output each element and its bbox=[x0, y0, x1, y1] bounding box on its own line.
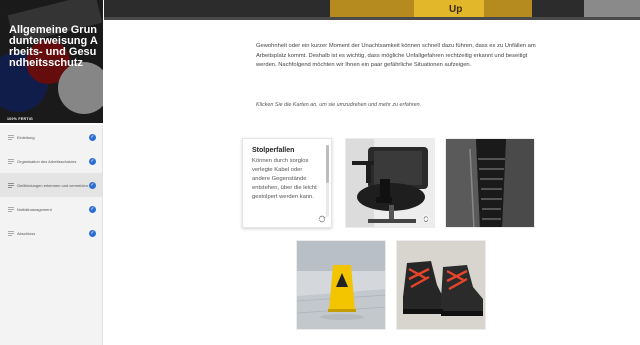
safety-boots-image bbox=[397, 241, 485, 329]
wet-floor-sign-image bbox=[297, 241, 385, 329]
flashcard-stolperfallen[interactable]: Stolperfallen Können durch sorglos verle… bbox=[242, 138, 332, 228]
sidebar-item-notfallmanagement[interactable]: Notfallmanagement ✓ bbox=[0, 197, 102, 221]
flashcard-office-chair[interactable] bbox=[345, 138, 435, 228]
course-header: Allgemeine Grundunterweisung Arbeits- un… bbox=[0, 0, 103, 125]
list-icon bbox=[8, 182, 14, 188]
sidebar-item-label: Gefährdungen erkennen und vermeiden bbox=[17, 182, 88, 188]
flip-icon[interactable] bbox=[422, 215, 430, 223]
flashcard-wet-floor[interactable] bbox=[296, 240, 386, 330]
flashcard-safety-boots[interactable] bbox=[396, 240, 486, 330]
check-icon: ✓ bbox=[89, 157, 96, 165]
flashcard-stairs[interactable] bbox=[445, 138, 535, 228]
card-text: Können durch sorglos verlegte Kabel oder… bbox=[252, 158, 317, 200]
list-icon bbox=[8, 158, 14, 164]
banner-edge bbox=[104, 17, 640, 20]
stairs-image bbox=[446, 139, 534, 227]
check-icon: ✓ bbox=[89, 229, 96, 237]
list-icon bbox=[8, 134, 14, 140]
card-scrollbar[interactable] bbox=[326, 145, 329, 217]
instruction-hint: Klicken Sie die Karten an, um sie umzudr… bbox=[256, 102, 422, 108]
list-icon bbox=[8, 230, 14, 236]
sidebar-item-abschluss[interactable]: Abschluss ✓ bbox=[0, 221, 102, 245]
list-icon bbox=[8, 206, 14, 212]
check-icon: ✓ bbox=[89, 205, 96, 213]
sidebar-item-label: Notfallmanagement bbox=[17, 206, 52, 212]
card-title: Stolperfallen bbox=[252, 147, 295, 154]
sidebar-item-gefaehrdungen[interactable]: Gefährdungen erkennen und vermeiden ✓ bbox=[0, 173, 102, 197]
check-icon: ✓ bbox=[89, 133, 96, 141]
course-title: Allgemeine Grundunterweisung Arbeits- un… bbox=[9, 24, 98, 69]
scrollbar-thumb[interactable] bbox=[326, 145, 329, 183]
banner-text: Up bbox=[449, 4, 463, 15]
progress-label: 100% FERTIG bbox=[7, 117, 34, 121]
sidebar-item-label: Einleitung bbox=[17, 134, 35, 140]
sidebar-item-organisation[interactable]: Organisation des Arbeitsschutzes ✓ bbox=[0, 149, 102, 173]
lesson-banner: Up bbox=[104, 0, 640, 20]
sidebar-item-einleitung[interactable]: Einleitung ✓ bbox=[0, 125, 102, 149]
sidebar-item-label: Abschluss bbox=[17, 230, 36, 236]
sidebar: Allgemeine Grundunterweisung Arbeits- un… bbox=[0, 0, 103, 345]
intro-paragraph: Gewohnheit oder ein kurzer Moment der Un… bbox=[256, 43, 536, 68]
flip-icon[interactable] bbox=[318, 215, 326, 223]
lesson-menu: Einleitung ✓ Organisation des Arbeitssch… bbox=[0, 125, 102, 245]
sidebar-item-label: Organisation des Arbeitsschutzes bbox=[17, 158, 77, 164]
check-icon: ✓ bbox=[89, 181, 96, 189]
